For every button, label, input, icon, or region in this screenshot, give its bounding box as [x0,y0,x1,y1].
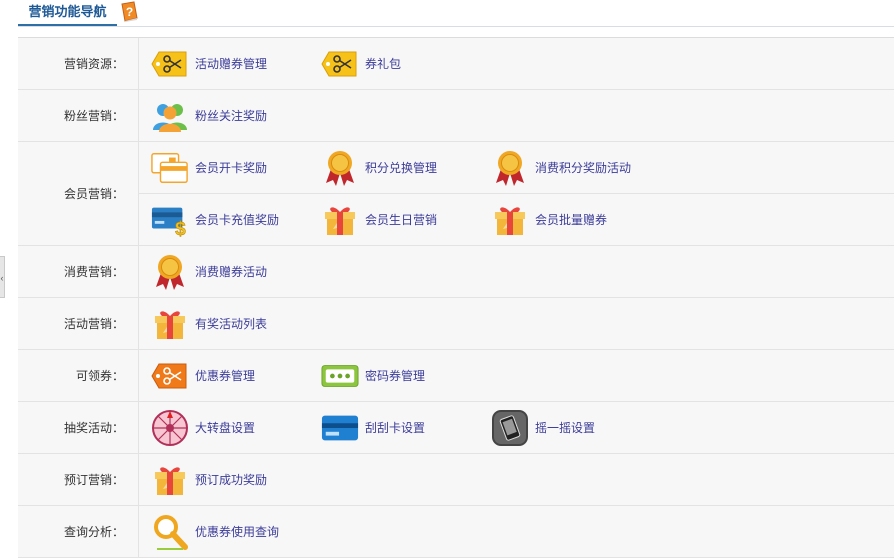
nav-link-label: 活动赠券管理 [195,57,268,71]
coupon-scissors-icon [321,45,359,83]
member-card-icon [151,149,189,187]
row-label: 可领券： [18,350,139,401]
medal-icon [491,149,529,187]
nav-link-label: 会员批量赠券 [535,213,608,227]
item-line: 粉丝关注奖励 [139,90,894,141]
chevron-left-icon: ‹ [0,273,4,283]
nav-link-label: 粉丝关注奖励 [195,109,268,123]
gift-icon [151,461,189,499]
magnifier-icon [151,513,189,551]
nav-link-label: 密码券管理 [365,369,426,383]
row-label: 会员营销： [18,142,139,245]
nav-link-label: 积分兑换管理 [365,161,438,175]
svg-text:?: ? [126,5,133,19]
wheel-icon [151,409,189,447]
coupon-scissors-icon [151,45,189,83]
row-label: 抽奖活动： [18,402,139,453]
row-items: 优惠券管理 密码券管理 [139,350,894,401]
nav-link[interactable]: 券礼包 [309,38,479,89]
gift-icon [321,201,359,239]
nav-link[interactable]: 消费积分奖励活动 [479,142,649,193]
item-line: 大转盘设置 刮刮卡设置 摇一摇设置 [139,402,894,453]
nav-link[interactable]: 有奖活动列表 [139,298,309,349]
nav-link-label: 消费赠券活动 [195,265,268,279]
item-line: 有奖活动列表 [139,298,894,349]
row-items: 大转盘设置 刮刮卡设置 摇一摇设置 [139,402,894,453]
nav-link[interactable]: 刮刮卡设置 [309,402,479,453]
row-items: 会员开卡奖励 积分兑换管理 消费积分奖励活动 $ 会员卡充值奖励 会员生日营销 会员批量赠券 [139,142,894,245]
nav-link-label: 有奖活动列表 [195,317,268,331]
nav-row: 查询分析： 优惠券使用查询 [18,506,894,558]
scratch-card-icon [321,409,359,447]
nav-link-label: 大转盘设置 [195,421,256,435]
nav-row: 抽奖活动： 大转盘设置 刮刮卡设置 摇一摇设置 [18,402,894,454]
title-bar: 营销功能导航 ? [18,0,894,27]
row-items: 有奖活动列表 [139,298,894,349]
item-line: 优惠券使用查询 [139,506,894,557]
item-line: 预订成功奖励 [139,454,894,505]
nav-link-label: 会员开卡奖励 [195,161,268,175]
nav-link[interactable]: 积分兑换管理 [309,142,479,193]
collapse-handle[interactable]: ‹ [0,256,5,298]
nav-link-label: 会员生日营销 [365,213,438,227]
card-dollar-icon: $ [151,201,189,239]
row-label: 营销资源： [18,38,139,89]
nav-link[interactable]: $ 会员卡充值奖励 [139,194,309,245]
nav-link[interactable]: 粉丝关注奖励 [139,90,309,141]
nav-link[interactable]: 活动赠券管理 [139,38,309,89]
nav-row: 粉丝营销： 粉丝关注奖励 [18,90,894,142]
row-label: 消费营销： [18,246,139,297]
page-title: 营销功能导航 [18,0,117,26]
item-line: 消费赠券活动 [139,246,894,297]
row-label: 查询分析： [18,506,139,557]
row-label: 活动营销： [18,298,139,349]
nav-row: 预订营销： 预订成功奖励 [18,454,894,506]
nav-link[interactable]: 密码券管理 [309,350,479,401]
nav-link[interactable]: 优惠券使用查询 [139,506,309,557]
nav-row: 消费营销： 消费赠券活动 [18,246,894,298]
item-line: 会员开卡奖励 积分兑换管理 消费积分奖励活动 [139,142,894,193]
medal-icon [321,149,359,187]
gift-icon [491,201,529,239]
nav-link[interactable]: 会员批量赠券 [479,194,649,245]
row-items: 优惠券使用查询 [139,506,894,557]
svg-text:$: $ [175,219,186,237]
nav-link-label: 预订成功奖励 [195,473,268,487]
row-label: 粉丝营销： [18,90,139,141]
medal-icon [151,253,189,291]
nav-link-label: 券礼包 [365,57,402,71]
nav-grid: 营销资源： 活动赠券管理 券礼包粉丝营销： 粉丝关注奖励会员营销： 会员开卡奖励 积分兑换… [18,37,894,558]
item-line: $ 会员卡充值奖励 会员生日营销 会员批量赠券 [139,193,894,245]
row-label: 预订营销： [18,454,139,505]
help-book-icon[interactable]: ? [119,1,139,23]
row-items: 粉丝关注奖励 [139,90,894,141]
nav-link[interactable]: 会员开卡奖励 [139,142,309,193]
fans-people-icon [151,97,189,135]
gift-icon [151,305,189,343]
nav-link[interactable]: 摇一摇设置 [479,402,649,453]
nav-link-label: 消费积分奖励活动 [535,161,632,175]
row-items: 消费赠券活动 [139,246,894,297]
row-items: 预订成功奖励 [139,454,894,505]
nav-link-label: 刮刮卡设置 [365,421,426,435]
nav-row: 活动营销： 有奖活动列表 [18,298,894,350]
coupon-orange-icon [151,357,189,395]
nav-link[interactable]: 优惠券管理 [139,350,309,401]
nav-row: 可领券： 优惠券管理 密码券管理 [18,350,894,402]
row-items: 活动赠券管理 券礼包 [139,38,894,89]
nav-link[interactable]: 预订成功奖励 [139,454,309,505]
nav-row: 营销资源： 活动赠券管理 券礼包 [18,38,894,90]
item-line: 活动赠券管理 券礼包 [139,38,894,89]
nav-link[interactable]: 消费赠券活动 [139,246,309,297]
nav-link[interactable]: 会员生日营销 [309,194,479,245]
item-line: 优惠券管理 密码券管理 [139,350,894,401]
nav-link-label: 会员卡充值奖励 [195,213,280,227]
nav-row: 会员营销： 会员开卡奖励 积分兑换管理 消费积分奖励活动 $ 会员卡充值奖励 会员生日营销会… [18,142,894,246]
shake-phone-icon [491,409,529,447]
nav-link-label: 摇一摇设置 [535,421,596,435]
nav-link-label: 优惠券使用查询 [195,525,280,539]
password-coupon-icon [321,357,359,395]
nav-link[interactable]: 大转盘设置 [139,402,309,453]
nav-link-label: 优惠券管理 [195,369,256,383]
